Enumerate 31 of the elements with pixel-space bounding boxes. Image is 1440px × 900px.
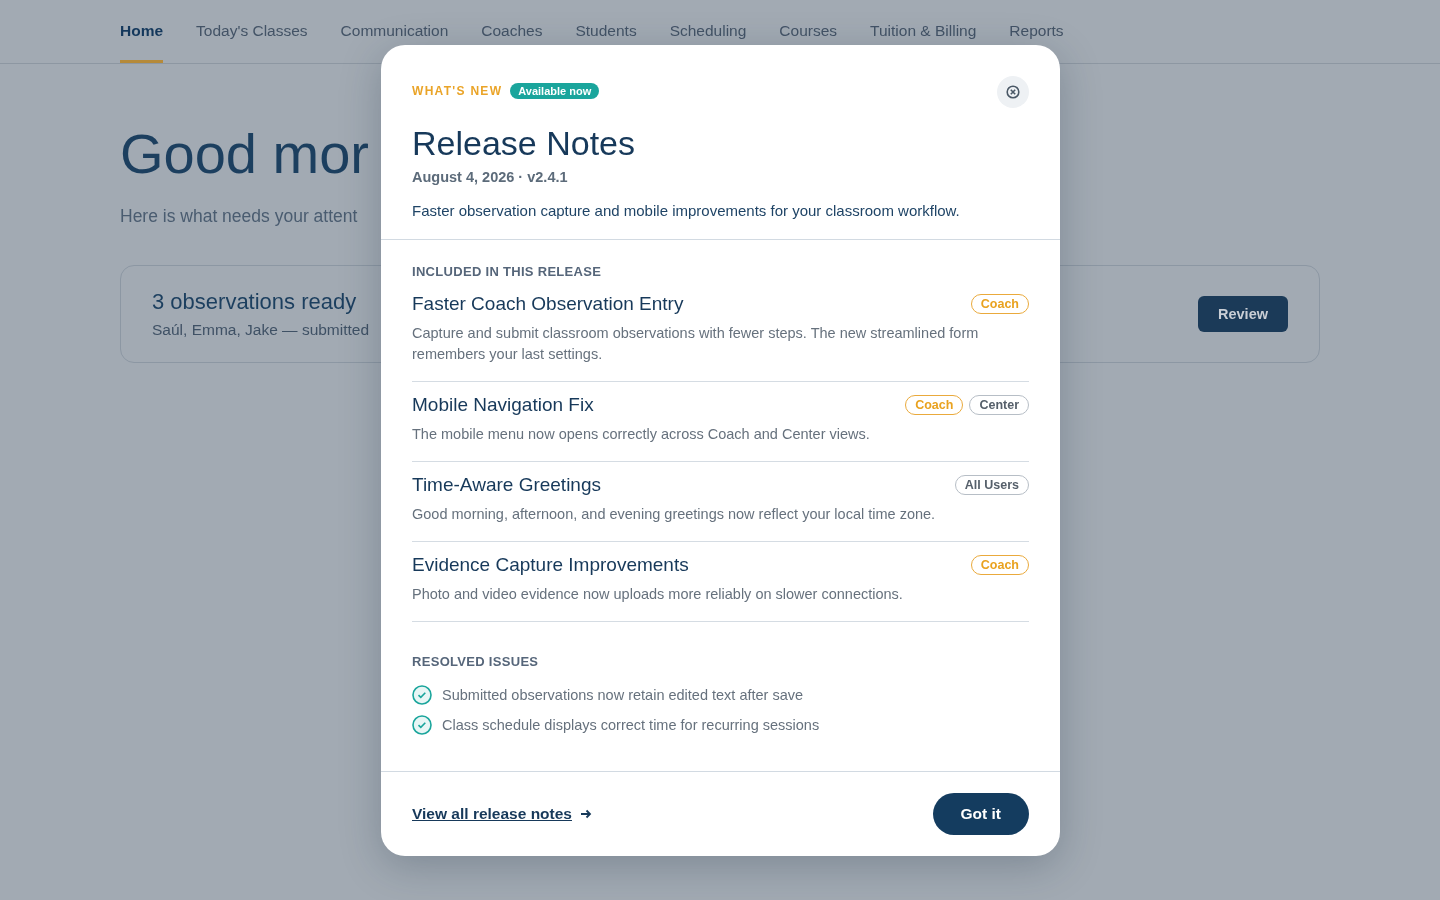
check-circle-icon xyxy=(412,685,432,705)
status-badge: Available now xyxy=(510,83,600,99)
nav-tab[interactable]: Home xyxy=(120,0,164,63)
release-notes-link[interactable]: View all release notes xyxy=(412,805,572,823)
greeting-subtitle: Here is what needs your attent xyxy=(120,206,358,227)
feature-description: The mobile menu now opens correctly across Coach and Center views. xyxy=(412,425,871,444)
feature-title: Time-Aware Greetings xyxy=(412,474,601,496)
feature-title: Evidence Capture Improvements xyxy=(412,554,689,576)
resolved-issue: Submitted observations now retain edited text after save xyxy=(442,687,804,703)
resolved-issue: Class schedule displays correct time for recurring sessions xyxy=(442,717,820,733)
check-circle-icon xyxy=(412,715,432,735)
modal-title: Release Notes xyxy=(412,123,636,163)
feature-title: Mobile Navigation Fix xyxy=(412,394,594,416)
close-icon xyxy=(1006,85,1020,99)
section-heading: RESOLVED ISSUES xyxy=(412,654,540,669)
greeting-heading: Good mor xyxy=(120,122,369,186)
card-title: 3 observations ready xyxy=(152,289,357,315)
release-date: August 4, 2026 · v2.4.1 xyxy=(412,169,569,185)
section-heading: INCLUDED IN THIS RELEASE xyxy=(412,264,603,279)
nav-tab[interactable]: Today's Classes xyxy=(196,0,308,63)
review-button[interactable]: Review xyxy=(1198,296,1288,332)
arrow-icon xyxy=(580,808,592,820)
eyebrow-label: WHAT'S NEW xyxy=(412,84,503,98)
feature-description: Good morning, afternoon, and evening greetings now reflect your local time zone. xyxy=(412,505,937,524)
card-meta: Saúl, Emma, Jake — submitted xyxy=(152,321,370,339)
feature-description: Photo and video evidence now uploads more reliably on slower connections. xyxy=(412,585,904,604)
got-it-button[interactable]: Got it xyxy=(932,793,1029,835)
feature-description: Capture and submit classroom observations with fewer steps. The new streamlined form remembers your last settings. xyxy=(412,324,980,364)
release-summary: Faster observation capture and mobile improvements for your classroom workflow. xyxy=(412,202,961,219)
feature-title: Faster Coach Observation Entry xyxy=(412,293,684,315)
close-button[interactable] xyxy=(997,76,1029,108)
